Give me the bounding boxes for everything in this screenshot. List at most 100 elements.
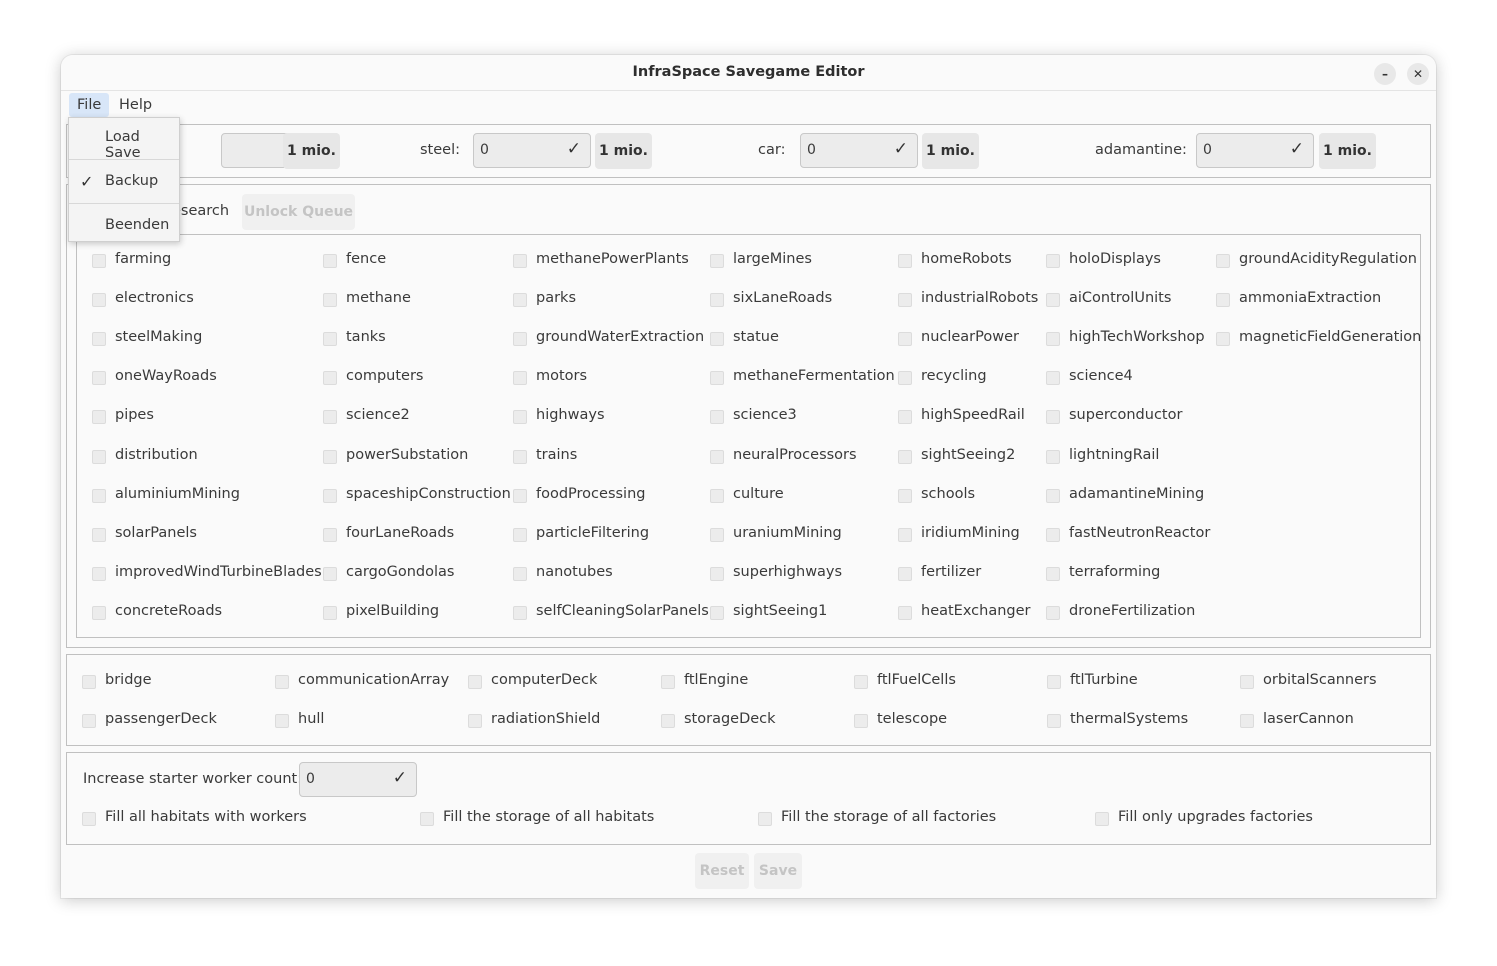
checkbox[interactable] — [710, 566, 724, 581]
checkbox[interactable] — [323, 332, 337, 347]
checkbox[interactable] — [661, 675, 675, 689]
checkbox[interactable] — [92, 527, 106, 542]
car-1mio-button[interactable]: 1 mio. — [922, 133, 979, 169]
checkbox[interactable] — [898, 410, 912, 425]
checkbox[interactable] — [420, 812, 434, 826]
checkbox[interactable] — [92, 488, 106, 503]
menu-item-quit[interactable]: Beenden — [69, 206, 179, 246]
checkbox[interactable] — [1046, 332, 1060, 347]
checkbox[interactable] — [513, 566, 527, 581]
worker-count-spinbox[interactable]: 0 ✓ — [299, 762, 417, 797]
checkbox[interactable] — [468, 675, 482, 689]
checkbox[interactable] — [898, 449, 912, 464]
check-icon[interactable]: ✓ — [393, 768, 407, 788]
checkbox[interactable] — [1240, 714, 1254, 728]
checkbox[interactable] — [854, 675, 868, 689]
checkbox[interactable] — [92, 410, 106, 425]
checkbox[interactable] — [323, 527, 337, 542]
checkbox[interactable] — [323, 293, 337, 308]
checkbox[interactable] — [1046, 527, 1060, 542]
checkbox[interactable] — [758, 812, 772, 826]
checkbox[interactable] — [898, 527, 912, 542]
checkbox[interactable] — [710, 410, 724, 425]
steel-1mio-button[interactable]: 1 mio. — [595, 133, 652, 169]
checkbox[interactable] — [92, 566, 106, 581]
car-spinbox[interactable]: 0 ✓ — [800, 133, 918, 168]
checkbox[interactable] — [92, 449, 106, 464]
minimize-button[interactable]: – — [1374, 63, 1396, 85]
checkbox[interactable] — [323, 605, 337, 620]
check-icon[interactable]: ✓ — [1290, 139, 1304, 159]
checkbox[interactable] — [513, 527, 527, 542]
checkbox[interactable] — [1046, 605, 1060, 620]
checkbox[interactable] — [92, 605, 106, 620]
checkbox[interactable] — [513, 371, 527, 386]
checkbox[interactable] — [1095, 812, 1109, 826]
checkbox[interactable] — [898, 293, 912, 308]
checkbox[interactable] — [710, 527, 724, 542]
checkbox[interactable] — [513, 332, 527, 347]
checkbox[interactable] — [323, 488, 337, 503]
checkbox[interactable] — [92, 293, 106, 308]
checkbox[interactable] — [323, 371, 337, 386]
menu-help[interactable]: Help — [111, 93, 160, 117]
checkbox[interactable] — [1047, 714, 1061, 728]
checkbox[interactable] — [710, 371, 724, 386]
checkbox[interactable] — [92, 254, 106, 268]
menu-file[interactable]: File — [69, 93, 110, 117]
checkbox[interactable] — [323, 410, 337, 425]
steel-spinbox[interactable]: 0 ✓ — [473, 133, 591, 168]
checkbox[interactable] — [513, 293, 527, 308]
checkbox[interactable] — [1046, 254, 1060, 268]
checkbox[interactable] — [323, 449, 337, 464]
checkbox[interactable] — [82, 714, 96, 728]
checkbox[interactable] — [710, 332, 724, 347]
checkbox[interactable] — [898, 254, 912, 268]
unlock-queue-button[interactable]: Unlock Queue — [242, 194, 355, 230]
checkbox[interactable] — [275, 714, 289, 728]
menu-item-load-save[interactable]: Load Save — [69, 118, 179, 161]
checkbox[interactable] — [92, 332, 106, 347]
checkbox[interactable] — [1046, 449, 1060, 464]
menu-item-backup[interactable]: ✓ Backup — [69, 162, 179, 202]
check-icon[interactable]: ✓ — [894, 139, 908, 159]
adamantine-1mio-button[interactable]: 1 mio. — [1319, 133, 1376, 169]
adamantine-spinbox[interactable]: 0 ✓ — [1196, 133, 1314, 168]
checkbox[interactable] — [710, 605, 724, 620]
checkbox[interactable] — [513, 254, 527, 268]
checkbox[interactable] — [92, 371, 106, 386]
checkbox[interactable] — [468, 714, 482, 728]
checkbox[interactable] — [82, 812, 96, 826]
checkbox[interactable] — [710, 488, 724, 503]
checkbox[interactable] — [1216, 293, 1230, 308]
checkbox[interactable] — [710, 449, 724, 464]
checkbox[interactable] — [898, 605, 912, 620]
checkbox[interactable] — [1216, 332, 1230, 347]
checkbox[interactable] — [513, 605, 527, 620]
check-icon[interactable]: ✓ — [567, 139, 581, 159]
checkbox[interactable] — [1046, 410, 1060, 425]
checkbox[interactable] — [710, 293, 724, 308]
checkbox[interactable] — [275, 675, 289, 689]
checkbox[interactable] — [513, 449, 527, 464]
checkbox[interactable] — [1046, 293, 1060, 308]
checkbox[interactable] — [1046, 566, 1060, 581]
checkbox[interactable] — [854, 714, 868, 728]
checkbox[interactable] — [513, 410, 527, 425]
reset-button[interactable]: Reset — [695, 853, 749, 889]
checkbox[interactable] — [1046, 371, 1060, 386]
checkbox[interactable] — [710, 254, 724, 268]
checkbox[interactable] — [513, 488, 527, 503]
checkbox[interactable] — [898, 332, 912, 347]
checkbox[interactable] — [1216, 254, 1230, 268]
checkbox[interactable] — [1047, 675, 1061, 689]
checkbox[interactable] — [1240, 675, 1254, 689]
checkbox[interactable] — [898, 371, 912, 386]
save-button[interactable]: Save — [754, 853, 802, 889]
checkbox[interactable] — [323, 254, 337, 268]
checkbox[interactable] — [82, 675, 96, 689]
checkbox[interactable] — [1046, 488, 1060, 503]
checkbox[interactable] — [898, 566, 912, 581]
close-button[interactable]: ✕ — [1407, 63, 1429, 85]
checkbox[interactable] — [898, 488, 912, 503]
